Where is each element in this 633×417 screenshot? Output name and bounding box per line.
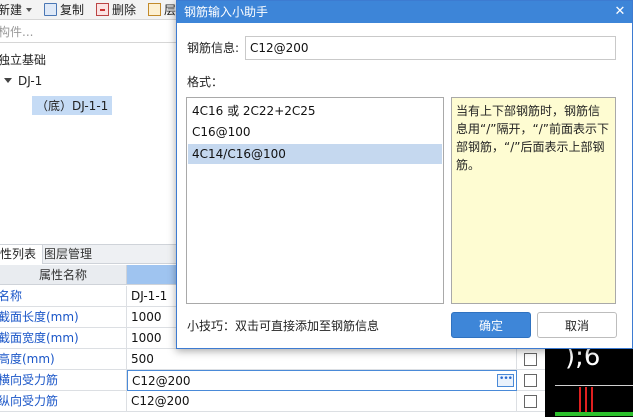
property-value[interactable]: 500 [127, 349, 517, 370]
dialog-titlebar[interactable]: 钢筋输入小助手 ✕ [177, 1, 632, 23]
table-row[interactable]: 横向受力筋 C12@200 ••• [0, 370, 545, 391]
ok-button[interactable]: 确定 [451, 312, 531, 338]
copy-icon [44, 3, 57, 16]
tab-attributes[interactable]: 性列表 [0, 245, 44, 264]
list-item[interactable]: 4C16 或 2C22+2C25 [188, 101, 442, 121]
delete-button-label: 删除 [112, 3, 137, 17]
new-button[interactable]: 新建 [0, 2, 33, 18]
drawing-rebar-line [591, 387, 593, 415]
ellipsis-button[interactable]: ••• [497, 374, 514, 387]
format-list: 4C16 或 2C22+2C25 C16@100 4C14/C16@100 [186, 97, 444, 304]
tip-text: 小技巧：双击可直接添加至钢筋信息 [187, 319, 380, 333]
drawing-rebar-line [585, 387, 587, 415]
copy-button[interactable]: 复制 [44, 2, 84, 18]
layer-button[interactable]: 层 [148, 2, 176, 18]
table-row[interactable]: 高度(mm) 500 [0, 349, 545, 370]
table-row[interactable]: 纵向受力筋 C12@200 [0, 391, 545, 412]
property-value-text: C12@200 [132, 374, 191, 388]
new-button-label: 新建 [0, 3, 23, 17]
drawing-line [555, 385, 633, 386]
tab-attributes-label: 性列表 [0, 247, 37, 261]
attach-checkbox[interactable] [524, 374, 537, 387]
property-name: 名称 [0, 286, 127, 307]
list-item[interactable]: C16@100 [188, 122, 442, 142]
property-value-editing[interactable]: C12@200 ••• [127, 370, 517, 391]
attach-cell [517, 370, 545, 391]
tree-node-group[interactable]: DJ-1 [4, 74, 42, 88]
properties-tab-bar: 性列表 图层管理 [0, 244, 176, 264]
attach-cell [517, 349, 545, 370]
attach-cell [517, 391, 545, 412]
delete-icon [96, 3, 109, 16]
rebar-info-label: 钢筋信息: [187, 41, 240, 55]
hint-box: 当有上下部钢筋时，钢筋信息用“/”隔开，“/”前面表示下部钢筋，“/”后面表示上… [451, 97, 616, 304]
rebar-info-input[interactable] [245, 36, 616, 60]
layer-icon [148, 3, 161, 16]
tab-layer-management[interactable]: 图层管理 [38, 245, 98, 264]
delete-button[interactable]: 删除 [96, 2, 136, 18]
tree-node-selected-label: （底）DJ-1-1 [36, 99, 109, 113]
property-name: 高度(mm) [0, 349, 127, 370]
chevron-down-icon [26, 8, 33, 12]
property-name: 截面长度(mm) [0, 307, 127, 328]
attach-checkbox[interactable] [524, 395, 537, 408]
property-name: 截面宽度(mm) [0, 328, 127, 349]
collapse-toggle-icon[interactable] [4, 78, 12, 83]
tree-node-root[interactable]: 独立基础 [0, 51, 46, 68]
tab-layer-management-label: 图层管理 [44, 247, 93, 261]
tree-node-group-label: DJ-1 [18, 74, 43, 88]
drawing-green-bar [555, 412, 633, 416]
attach-checkbox[interactable] [524, 353, 537, 366]
copy-button-label: 复制 [60, 3, 85, 17]
column-header-name: 属性名称 [0, 265, 127, 285]
list-item-selected[interactable]: 4C14/C16@100 [188, 144, 442, 164]
component-tree: 独立基础 DJ-1 （底）DJ-1-1 [0, 44, 176, 240]
dialog-title: 钢筋输入小助手 [184, 5, 269, 19]
cancel-button[interactable]: 取消 [537, 312, 617, 338]
property-name: 横向受力筋 [0, 370, 127, 391]
component-search-input[interactable] [0, 24, 168, 40]
property-value[interactable]: C12@200 [127, 391, 517, 412]
property-name: 纵向受力筋 [0, 391, 127, 412]
close-icon[interactable]: ✕ [612, 4, 628, 20]
drawing-rebar-line [579, 387, 581, 415]
component-search-bar [0, 21, 176, 43]
layer-button-label: 层 [164, 3, 177, 17]
format-label: 格式： [187, 75, 224, 89]
tree-node-root-label: 独立基础 [0, 53, 47, 67]
rebar-input-dialog: 钢筋输入小助手 ✕ 钢筋信息: 格式： 4C16 或 2C22+2C25 C16… [176, 0, 633, 349]
tree-node-selected[interactable]: （底）DJ-1-1 [32, 96, 113, 115]
